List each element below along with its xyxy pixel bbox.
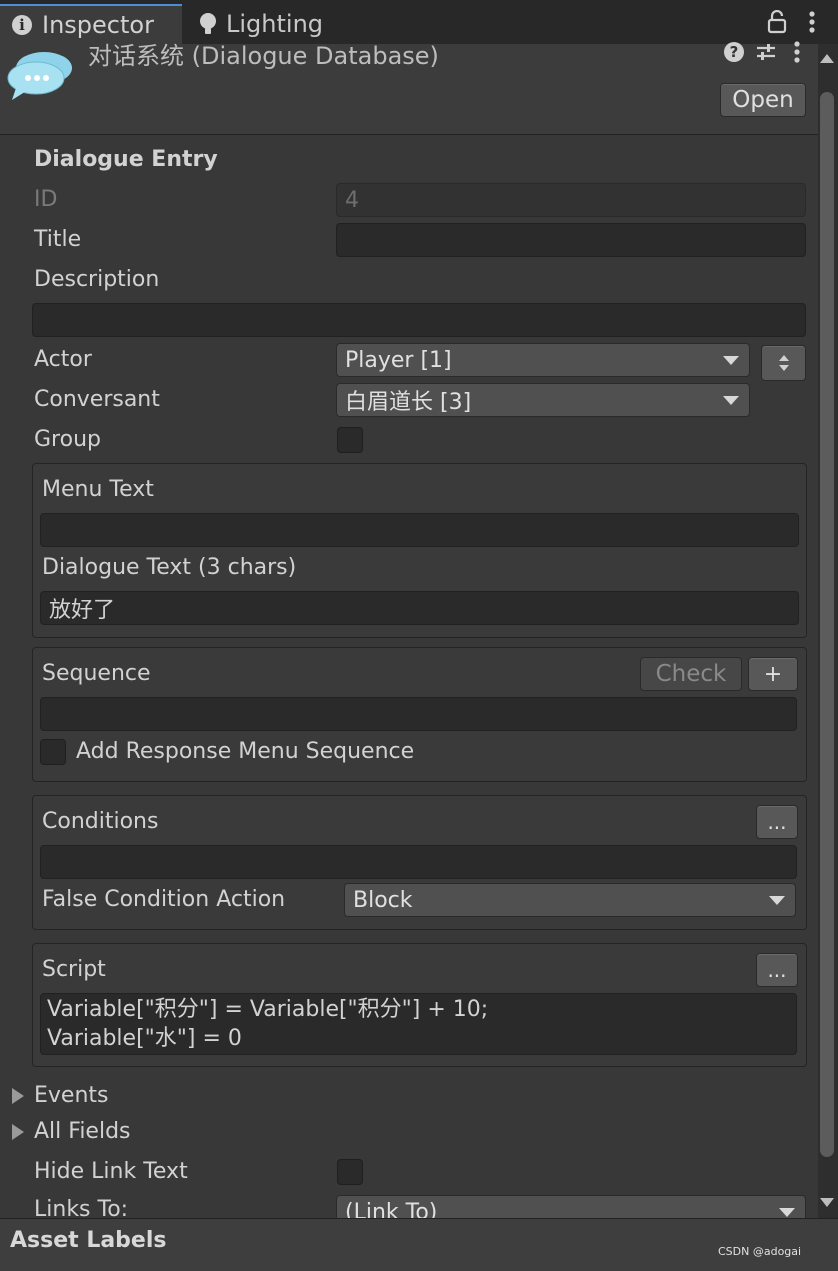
conversant-value: 白眉道长 [3]: [345, 390, 472, 415]
chevron-down-icon: [779, 1208, 795, 1217]
chevron-down-icon: [723, 396, 739, 405]
tab-inspector-label: Inspector: [42, 11, 154, 39]
actor-swap-button[interactable]: [761, 345, 806, 381]
false-action-value: Block: [353, 887, 413, 913]
conditions-input[interactable]: [40, 845, 797, 879]
asset-labels-title[interactable]: Asset Labels: [10, 1228, 166, 1253]
description-label: Description: [34, 267, 160, 292]
description-input[interactable]: [32, 303, 806, 337]
scroll-up-icon[interactable]: [820, 54, 834, 63]
component-menu-icon[interactable]: [786, 40, 808, 64]
group-checkbox[interactable]: [337, 427, 363, 453]
conditions-more-button[interactable]: ...: [756, 805, 798, 839]
script-more-button[interactable]: ...: [756, 953, 798, 987]
conversant-dropdown[interactable]: 白眉道长 [3]: [336, 383, 750, 417]
up-down-arrows-icon: [778, 355, 789, 371]
add-response-label: Add Response Menu Sequence: [76, 739, 415, 764]
dialogue-database-icon: [6, 50, 76, 102]
add-sequence-button[interactable]: +: [748, 657, 798, 691]
triangle-right-icon[interactable]: [12, 1124, 24, 1140]
tab-lighting-label: Lighting: [226, 10, 324, 38]
actor-value: Player [1]: [345, 347, 452, 373]
script-textarea[interactable]: Variable["积分"] = Variable["积分"] + 10; Va…: [40, 993, 797, 1055]
script-label: Script: [42, 957, 106, 982]
sequence-input[interactable]: [40, 697, 797, 731]
section-title: Dialogue Entry: [34, 147, 218, 172]
inspector-header: 对话系统 (Dialogue Database) ? Open: [0, 41, 818, 135]
scroll-down-icon[interactable]: [820, 1198, 834, 1207]
hide-link-text-label: Hide Link Text: [34, 1159, 188, 1184]
conditions-label: Conditions: [42, 809, 159, 834]
preset-settings-icon[interactable]: [754, 40, 778, 64]
scrollbar-thumb[interactable]: [820, 92, 834, 1157]
all-fields-foldout[interactable]: All Fields: [34, 1119, 131, 1144]
title-input[interactable]: [336, 223, 806, 257]
triangle-right-icon[interactable]: [12, 1088, 24, 1104]
group-label: Group: [34, 427, 101, 452]
lock-icon[interactable]: [764, 8, 790, 36]
title-label: Title: [34, 227, 82, 252]
dialogue-text-input[interactable]: 放好了: [40, 591, 799, 625]
menu-text-input[interactable]: [40, 513, 799, 547]
object-title: 对话系统 (Dialogue Database): [88, 42, 439, 70]
tab-menu-icon[interactable]: [800, 8, 824, 36]
dialogue-text-label: Dialogue Text (3 chars): [42, 555, 297, 580]
script-line: Variable["积分"] = Variable["积分"] + 10;: [47, 997, 489, 1022]
false-action-dropdown[interactable]: Block: [344, 883, 796, 917]
asset-labels-bar: Asset Labels CSDN @adogai: [0, 1218, 838, 1271]
id-label: ID: [34, 187, 58, 212]
actor-dropdown[interactable]: Player [1]: [336, 343, 750, 377]
sequence-label: Sequence: [42, 661, 151, 686]
events-foldout[interactable]: Events: [34, 1083, 109, 1108]
add-response-checkbox[interactable]: [40, 739, 66, 765]
help-icon[interactable]: ?: [722, 40, 746, 64]
chevron-down-icon: [769, 896, 785, 905]
script-line: Variable["水"] = 0: [47, 1026, 242, 1051]
actor-label: Actor: [34, 347, 92, 372]
hide-link-text-checkbox[interactable]: [337, 1159, 363, 1185]
check-button[interactable]: Check: [640, 657, 742, 691]
id-field: 4: [336, 183, 806, 217]
menu-text-label: Menu Text: [42, 477, 154, 502]
light-bulb-icon: [200, 13, 216, 35]
chevron-down-icon: [723, 356, 739, 365]
info-icon: i: [12, 15, 32, 35]
conversant-label: Conversant: [34, 387, 160, 412]
open-button[interactable]: Open: [720, 83, 806, 117]
false-action-label: False Condition Action: [42, 887, 286, 912]
watermark: CSDN @adogai: [718, 1245, 802, 1258]
